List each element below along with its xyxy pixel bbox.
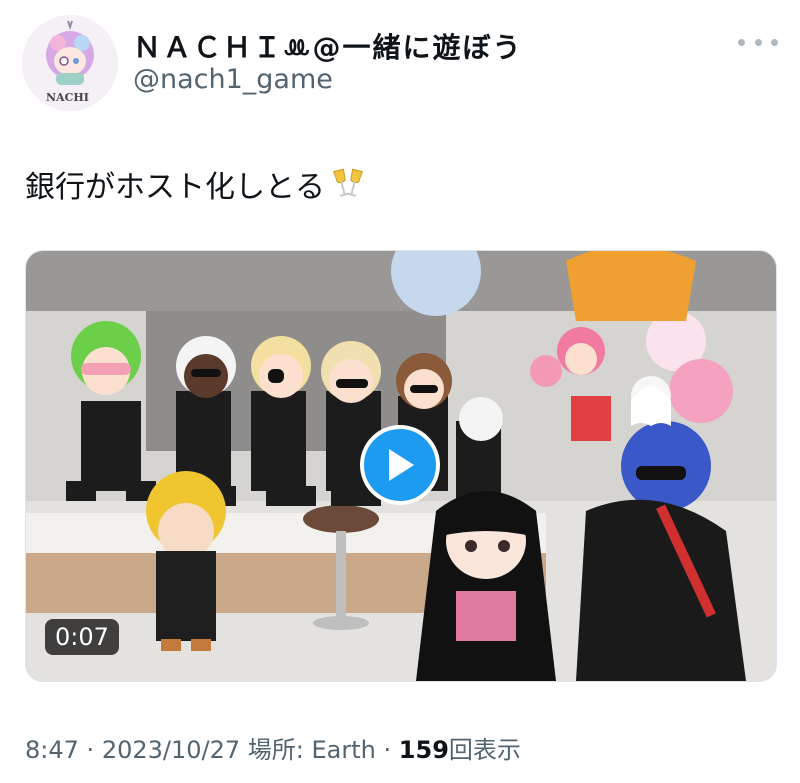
play-icon	[389, 449, 414, 481]
tweet-text: 銀行がホスト化しとる	[25, 162, 365, 206]
clinking-glasses-icon	[333, 168, 363, 197]
user-handle[interactable]: @nach1_game	[133, 64, 333, 95]
video-player[interactable]: 0:07	[25, 250, 777, 682]
tweet-text-body: 銀行がホスト化しとる	[25, 170, 325, 205]
avatar[interactable]: NACHI	[22, 15, 118, 111]
location[interactable]: 場所: Earth	[248, 736, 376, 764]
dot	[754, 38, 762, 46]
dot	[771, 38, 778, 46]
tweet-meta: 8:47 · 2023/10/27 場所: Earth · 159回表示	[25, 730, 521, 765]
avatar-logo-text: NACHI	[46, 91, 89, 104]
tweet-date[interactable]: 2023/10/27	[102, 736, 240, 764]
views-count: 159	[398, 736, 449, 764]
tweet-time[interactable]: 8:47	[25, 736, 79, 764]
separator: ·	[383, 736, 392, 764]
views-label: 回表示	[448, 736, 521, 764]
video-duration: 0:07	[45, 619, 119, 655]
more-options-button[interactable]	[738, 30, 778, 54]
display-name[interactable]: ＮＡＣＨＩꔛ@一緒に遊ぼう	[133, 26, 523, 66]
dot	[738, 38, 745, 46]
separator: ·	[86, 736, 95, 764]
play-button[interactable]	[360, 425, 440, 505]
